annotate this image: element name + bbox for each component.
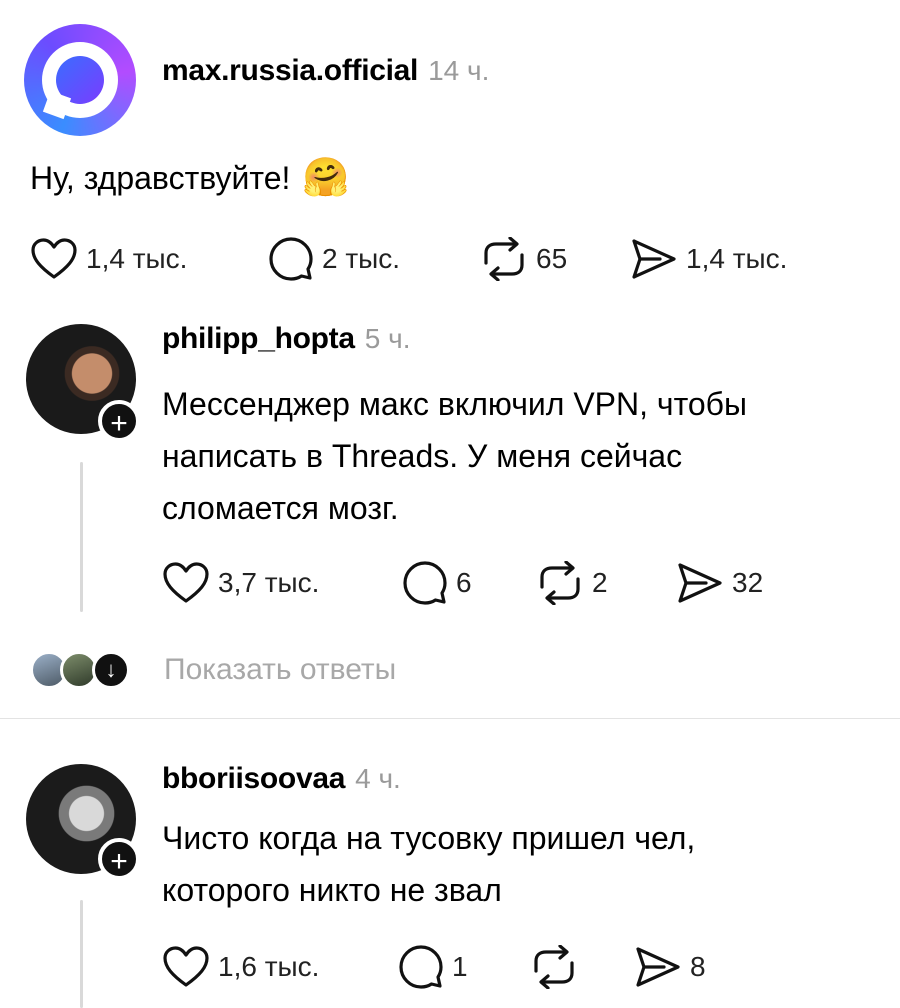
repost-button[interactable]: 65 [480,237,630,281]
post-header: max.russia.official 14 ч. [162,54,489,88]
like-button[interactable]: 3,7 тыс. [162,561,402,605]
post-text-content: Ну, здравствуйте! [30,160,291,196]
reply-header: philipp_hopta 5 ч. [162,322,410,356]
reply-text: Чисто когда на тусовку пришел чел, котор… [162,812,892,916]
comment-count: 6 [456,567,472,598]
comment-icon [399,945,443,989]
like-count: 1,6 тыс. [218,951,320,982]
reply-avatars-stack[interactable]: ↓ [30,651,140,691]
repost-button[interactable] [530,945,634,989]
reply-actions: 1,6 тыс. 1 8 [162,944,706,990]
repost-count: 2 [592,567,608,598]
reply-username[interactable]: philipp_hopta [162,322,355,356]
like-button[interactable]: 1,6 тыс. [162,945,398,989]
share-icon [632,239,676,279]
reply-text-line: написать в Threads. У меня сейчас [162,438,683,474]
reply-text-line: Мессенджер макс включил VPN, чтобы [162,386,747,422]
like-button[interactable]: 1,4 тыс. [30,237,268,281]
share-icon [678,563,722,603]
share-button[interactable]: 8 [634,945,706,989]
reply-text-line: Чисто когда на тусовку пришел чел, [162,820,696,856]
comment-icon [269,237,313,281]
arrow-down-icon: ↓ [92,651,130,689]
comment-button[interactable]: 2 тыс. [268,236,480,282]
heart-icon [163,946,209,987]
comment-button[interactable]: 6 [402,560,536,606]
repost-icon [484,237,524,281]
thread-line [80,462,83,612]
like-count: 3,7 тыс. [218,567,320,598]
reply-time: 4 ч. [355,763,401,794]
share-count: 32 [732,567,764,598]
heart-icon [31,238,77,279]
share-button[interactable]: 1,4 тыс. [630,237,787,281]
share-count: 1,4 тыс. [686,243,788,274]
like-count: 1,4 тыс. [86,243,188,274]
repost-button[interactable]: 2 [536,561,676,605]
share-icon [636,947,680,987]
comment-button[interactable]: 1 [398,944,530,990]
post-actions: 1,4 тыс. 2 тыс. 65 1,4 тыс. [30,236,787,282]
reply-text-line: которого никто не звал [162,872,502,908]
repost-icon [540,561,580,605]
follow-plus-icon[interactable]: + [98,400,140,442]
share-count: 8 [690,951,706,982]
comment-icon [403,561,447,605]
hugging-face-emoji: 🤗 [302,157,350,199]
show-replies-link[interactable]: Показать ответы [164,653,396,687]
reply-text-line: сломается мозг. [162,490,399,526]
comment-count: 1 [452,951,468,982]
heart-icon [163,562,209,603]
thread-line [80,900,83,1008]
reply-time: 5 ч. [364,323,411,354]
reply-username[interactable]: bboriisoovaa [162,762,345,796]
post-username[interactable]: max.russia.official [162,54,418,88]
repost-count: 65 [536,243,568,274]
share-button[interactable]: 32 [676,561,763,605]
reply-text: Мессенджер макс включил VPN, чтобы напис… [162,378,892,534]
follow-plus-icon[interactable]: + [98,838,140,880]
post-time: 14 ч. [428,55,490,86]
max-avatar[interactable] [24,24,136,136]
threads-page: max.russia.official 14 ч. Ну, здравствуй… [0,0,900,1008]
repost-icon [534,945,574,989]
comment-count: 2 тыс. [322,243,401,274]
post-text: Ну, здравствуйте! 🤗 [30,152,350,204]
reply-header: bboriisoovaa 4 ч. [162,762,401,796]
divider [0,718,900,719]
reply-actions: 3,7 тыс. 6 2 32 [162,560,763,606]
